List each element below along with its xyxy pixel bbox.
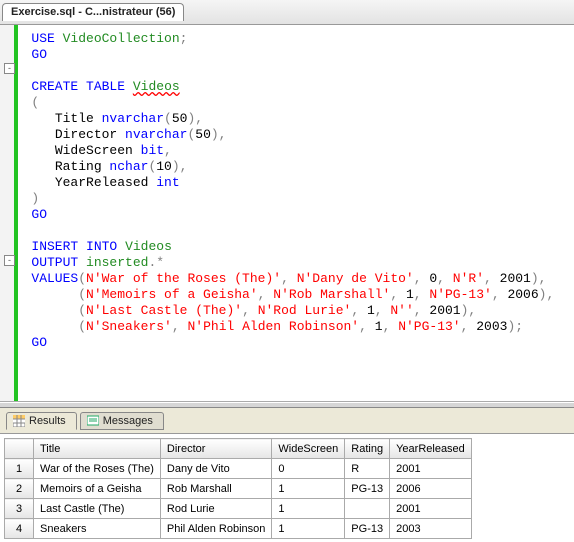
cell-rating[interactable]: PG-13 [345,519,390,539]
results-grid[interactable]: Title Director WideScreen Rating YearRel… [4,438,472,539]
tab-results-label: Results [29,415,66,427]
table-row[interactable]: 4SneakersPhil Alden Robinson1PG-132003 [5,519,472,539]
row-number[interactable]: 4 [5,519,34,539]
col-widescreen[interactable]: WideScreen [272,439,345,459]
grid-corner[interactable] [5,439,34,459]
cell-widescreen[interactable]: 1 [272,519,345,539]
row-number[interactable]: 2 [5,479,34,499]
cell-title[interactable]: Sneakers [34,519,161,539]
cell-director[interactable]: Dany de Vito [160,459,271,479]
table-row[interactable]: 1War of the Roses (The)Dany de Vito0R200… [5,459,472,479]
code-content[interactable]: USE VideoCollection; GO CREATE TABLE Vid… [0,25,574,351]
cell-rating[interactable] [345,499,390,519]
collapse-toggle-icon[interactable]: - [4,255,15,266]
cell-yearreleased[interactable]: 2001 [390,459,472,479]
cell-yearreleased[interactable]: 2006 [390,479,472,499]
results-grid-wrapper: Title Director WideScreen Rating YearRel… [0,434,574,542]
cell-director[interactable]: Phil Alden Robinson [160,519,271,539]
tab-results[interactable]: Results [6,412,77,430]
code-editor[interactable]: - - USE VideoCollection; GO CREATE TABLE… [0,25,574,402]
col-director[interactable]: Director [160,439,271,459]
cell-widescreen[interactable]: 1 [272,499,345,519]
editor-tab[interactable]: Exercise.sql - C...nistrateur (56) [2,3,184,21]
tab-messages[interactable]: Messages [80,412,164,430]
cell-director[interactable]: Rob Marshall [160,479,271,499]
grid-icon [13,415,25,427]
col-yearreleased[interactable]: YearReleased [390,439,472,459]
cell-title[interactable]: War of the Roses (The) [34,459,161,479]
table-row[interactable]: 2Memoirs of a GeishaRob Marshall1PG-1320… [5,479,472,499]
cell-widescreen[interactable]: 0 [272,459,345,479]
row-number[interactable]: 3 [5,499,34,519]
row-number[interactable]: 1 [5,459,34,479]
tab-messages-label: Messages [103,415,153,427]
cell-rating[interactable]: R [345,459,390,479]
col-rating[interactable]: Rating [345,439,390,459]
cell-rating[interactable]: PG-13 [345,479,390,499]
cell-yearreleased[interactable]: 2001 [390,499,472,519]
cell-title[interactable]: Last Castle (The) [34,499,161,519]
cell-director[interactable]: Rod Lurie [160,499,271,519]
grid-header-row: Title Director WideScreen Rating YearRel… [5,439,472,459]
results-tab-bar: Results Messages [0,408,574,434]
messages-icon [87,415,99,427]
cell-yearreleased[interactable]: 2003 [390,519,472,539]
collapse-toggle-icon[interactable]: - [4,63,15,74]
cell-widescreen[interactable]: 1 [272,479,345,499]
col-title[interactable]: Title [34,439,161,459]
editor-tab-bar: Exercise.sql - C...nistrateur (56) [0,0,574,25]
table-row[interactable]: 3Last Castle (The)Rod Lurie1 2001 [5,499,472,519]
cell-title[interactable]: Memoirs of a Geisha [34,479,161,499]
